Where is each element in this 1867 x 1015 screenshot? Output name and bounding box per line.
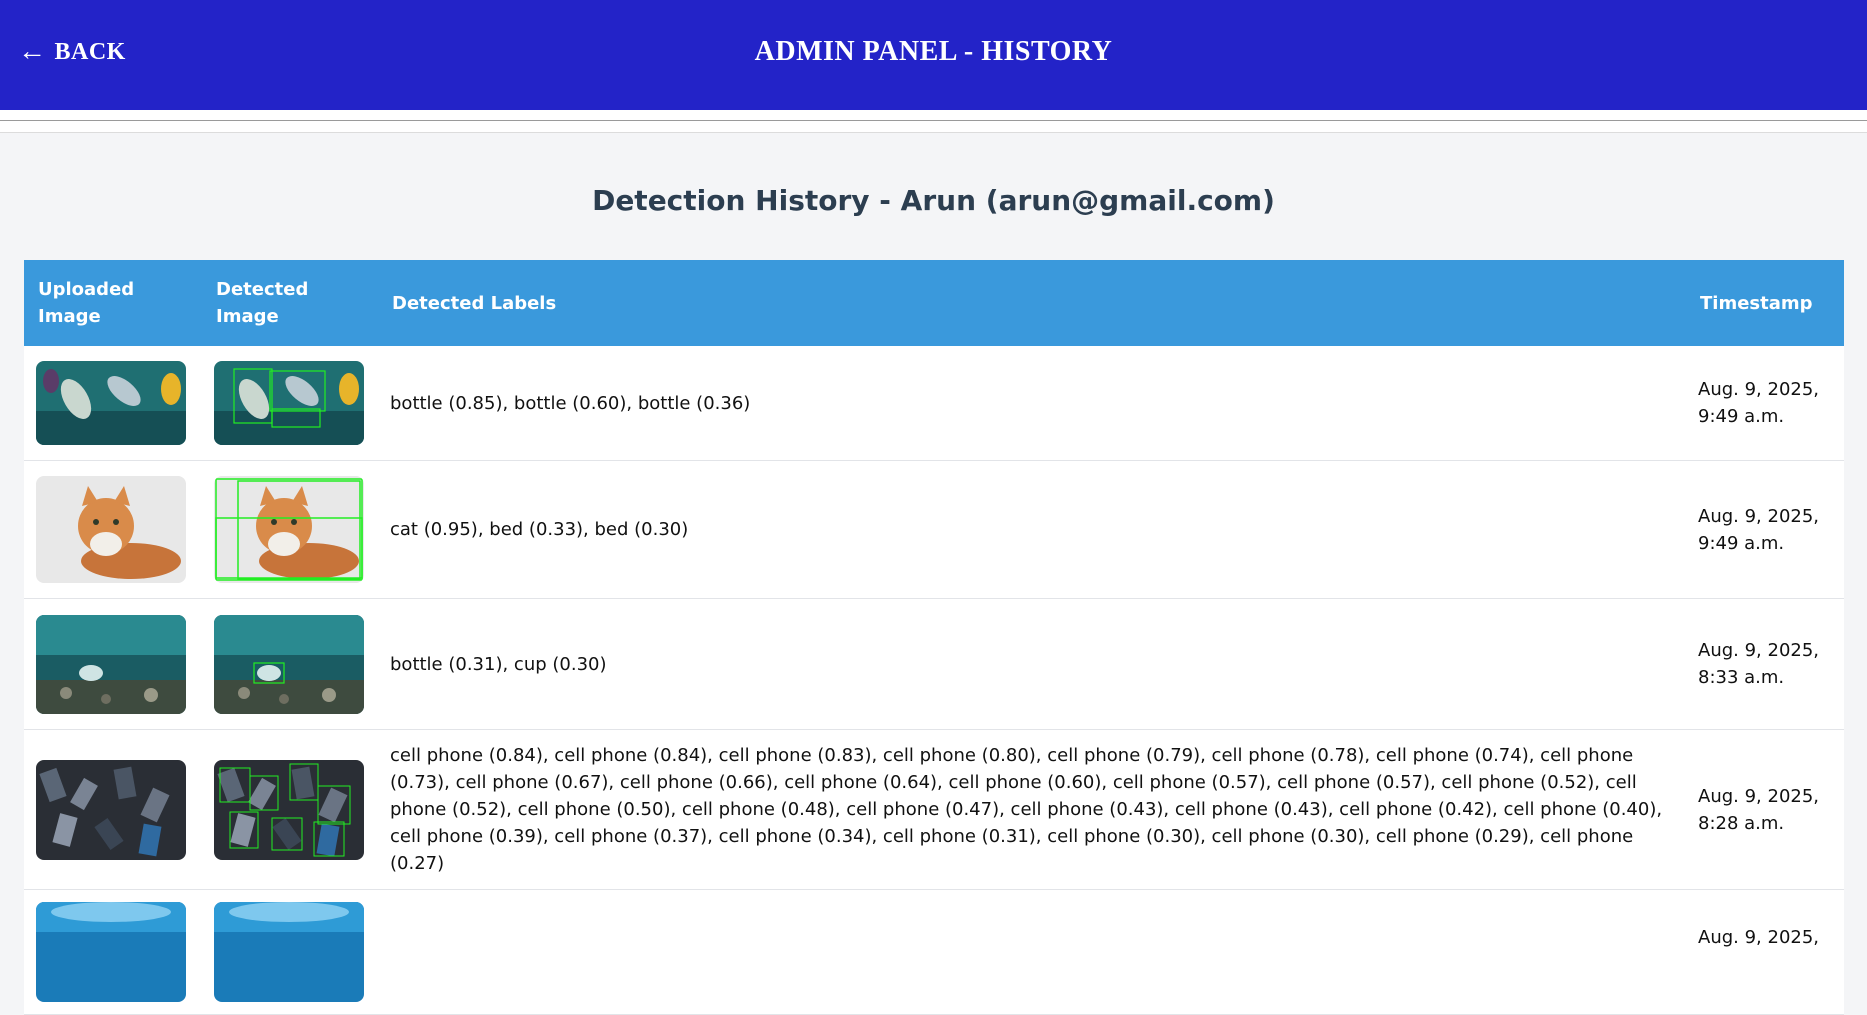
detected-image[interactable] — [214, 614, 364, 714]
ocean-bottles-icon — [36, 361, 186, 445]
column-header-timestamp: Timestamp — [1686, 260, 1844, 346]
history-heading: Detection History - Arun (arun@gmail.com… — [592, 184, 1275, 217]
phones-pile-detected-icon — [214, 759, 364, 860]
table-row: bottle (0.31), cup (0.30) Aug. 9, 2025, … — [24, 598, 1844, 730]
header-divider — [0, 110, 1867, 133]
detected-image[interactable] — [214, 361, 364, 445]
underwater-icon — [36, 902, 186, 1002]
underwater-detected-icon — [214, 902, 364, 1002]
uploaded-image[interactable] — [36, 759, 186, 860]
uploaded-image[interactable] — [36, 361, 186, 445]
phones-pile-icon — [36, 759, 186, 860]
history-table: Uploaded Image Detected Image Detected L… — [24, 260, 1844, 1015]
ocean-bottles-detected-icon — [214, 361, 364, 445]
divider-line — [0, 120, 1867, 121]
uploaded-image[interactable] — [36, 476, 186, 583]
detected-image[interactable] — [214, 759, 364, 860]
detected-image[interactable] — [214, 476, 364, 583]
column-header-uploaded: Uploaded Image — [24, 260, 202, 346]
labels-cell: bottle (0.31), cup (0.30) — [378, 598, 1686, 730]
seabed-plastic-detected-icon — [214, 614, 364, 714]
history-table-container: Uploaded Image Detected Image Detected L… — [24, 260, 1844, 1015]
labels-cell: bottle (0.85), bottle (0.60), bottle (0.… — [378, 346, 1686, 461]
timestamp-cell: Aug. 9, 2025, 8:33 a.m. — [1686, 598, 1844, 730]
labels-cell: cell phone (0.84), cell phone (0.84), ce… — [378, 729, 1686, 890]
column-header-detected: Detected Image — [202, 260, 378, 346]
table-header-row: Uploaded Image Detected Image Detected L… — [24, 260, 1844, 346]
column-header-labels: Detected Labels — [378, 260, 1686, 346]
table-row: bottle (0.85), bottle (0.60), bottle (0.… — [24, 346, 1844, 461]
uploaded-image[interactable] — [36, 902, 186, 1002]
timestamp-cell: Aug. 9, 2025, 8:28 a.m. — [1686, 729, 1844, 890]
uploaded-image[interactable] — [36, 614, 186, 714]
labels-cell: cat (0.95), bed (0.33), bed (0.30) — [378, 460, 1686, 599]
timestamp-cell: Aug. 9, 2025, 9:49 a.m. — [1686, 460, 1844, 599]
table-row: cat (0.95), bed (0.33), bed (0.30) Aug. … — [24, 460, 1844, 599]
cat-detected-icon — [214, 476, 364, 583]
cat-icon — [36, 476, 186, 583]
table-row: cell phone (0.84), cell phone (0.84), ce… — [24, 729, 1844, 890]
table-row: Aug. 9, 2025, — [24, 889, 1844, 1015]
seabed-plastic-icon — [36, 614, 186, 714]
timestamp-cell: Aug. 9, 2025, — [1686, 889, 1844, 1015]
top-bar: ← BACK ADMIN PANEL - HISTORY — [0, 0, 1867, 110]
labels-cell — [378, 889, 1686, 1015]
detected-image[interactable] — [214, 902, 364, 1002]
page-title: ADMIN PANEL - HISTORY — [754, 36, 1113, 67]
timestamp-cell: Aug. 9, 2025, 9:49 a.m. — [1686, 346, 1844, 461]
